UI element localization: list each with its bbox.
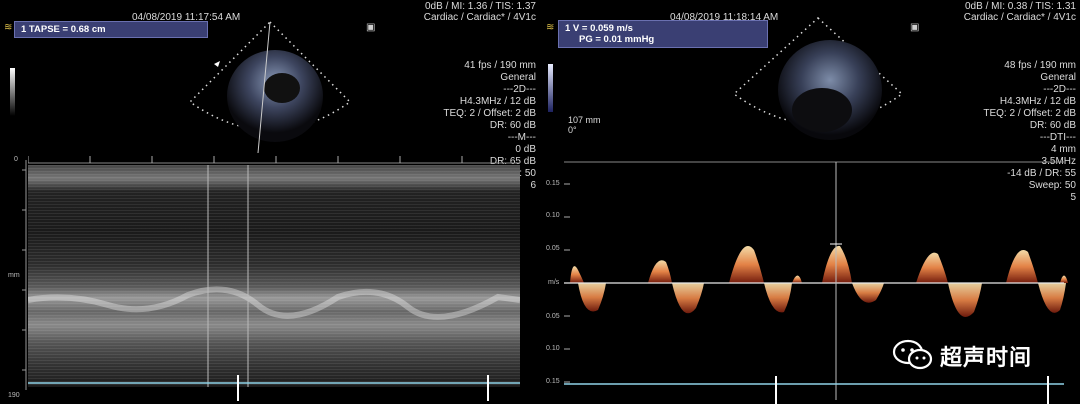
scale-label: 0.10	[546, 345, 560, 352]
depth-bottom-label: 190	[8, 392, 20, 399]
left-param-1: General	[500, 72, 536, 83]
left-param-10: 6	[530, 180, 536, 191]
left-param-5: DR: 60 dB	[489, 120, 536, 131]
angle-label: 0°	[568, 125, 577, 135]
probe-icon: ≋	[4, 22, 13, 33]
grayscale-bar	[10, 68, 15, 116]
left-param-4: TEQ: 2 / Offset: 2 dB	[443, 108, 536, 119]
depth-top-label: 0	[14, 156, 18, 163]
left-param-3: H4.3MHz / 12 dB	[459, 96, 536, 107]
right-param-6: ---DTI---	[1039, 132, 1076, 143]
scale-label: 0.10	[546, 212, 560, 219]
right-param-3: H4.3MHz / 12 dB	[999, 96, 1076, 107]
left-param-0: 41 fps / 190 mm	[464, 60, 536, 71]
right-param-1: General	[1040, 72, 1076, 83]
scale-label: 0.15	[546, 378, 560, 385]
left-header-line2: Cardiac / Cardiac* / 4V1c	[423, 12, 536, 23]
sector-image-right	[732, 16, 904, 140]
scale-unit-label: m/s	[548, 279, 560, 286]
right-param-0: 48 fps / 190 mm	[1004, 60, 1076, 71]
sector-image-left	[188, 20, 352, 154]
right-param-4: TEQ: 2 / Offset: 2 dB	[983, 108, 1076, 119]
watermark-text: 超声时间	[940, 346, 1033, 371]
depth-ruler	[22, 160, 27, 390]
left-param-6: ---M---	[507, 132, 536, 143]
scale-label: 0.05	[546, 245, 560, 252]
probe-icon: ≋	[546, 22, 555, 33]
wechat-logo-icon	[892, 339, 933, 370]
left-param-2: ---2D---	[503, 84, 536, 95]
scale-label: 0.05	[546, 313, 560, 320]
right-param-5: DR: 60 dB	[1029, 120, 1076, 131]
mmode-overlay	[28, 165, 520, 401]
color-scale-bar	[548, 64, 553, 112]
scale-label: 0.15	[546, 180, 560, 187]
right-param-2: ---2D---	[1043, 84, 1076, 95]
time-ruler	[28, 156, 520, 164]
mmode-panel: ≋ 1 TAPSE = 0.68 cm 04/08/2019 11:17:54 …	[0, 0, 540, 404]
depth-unit-label: mm	[8, 272, 20, 279]
right-header-line2: Cardiac / Cardiac* / 4V1c	[963, 12, 1076, 23]
